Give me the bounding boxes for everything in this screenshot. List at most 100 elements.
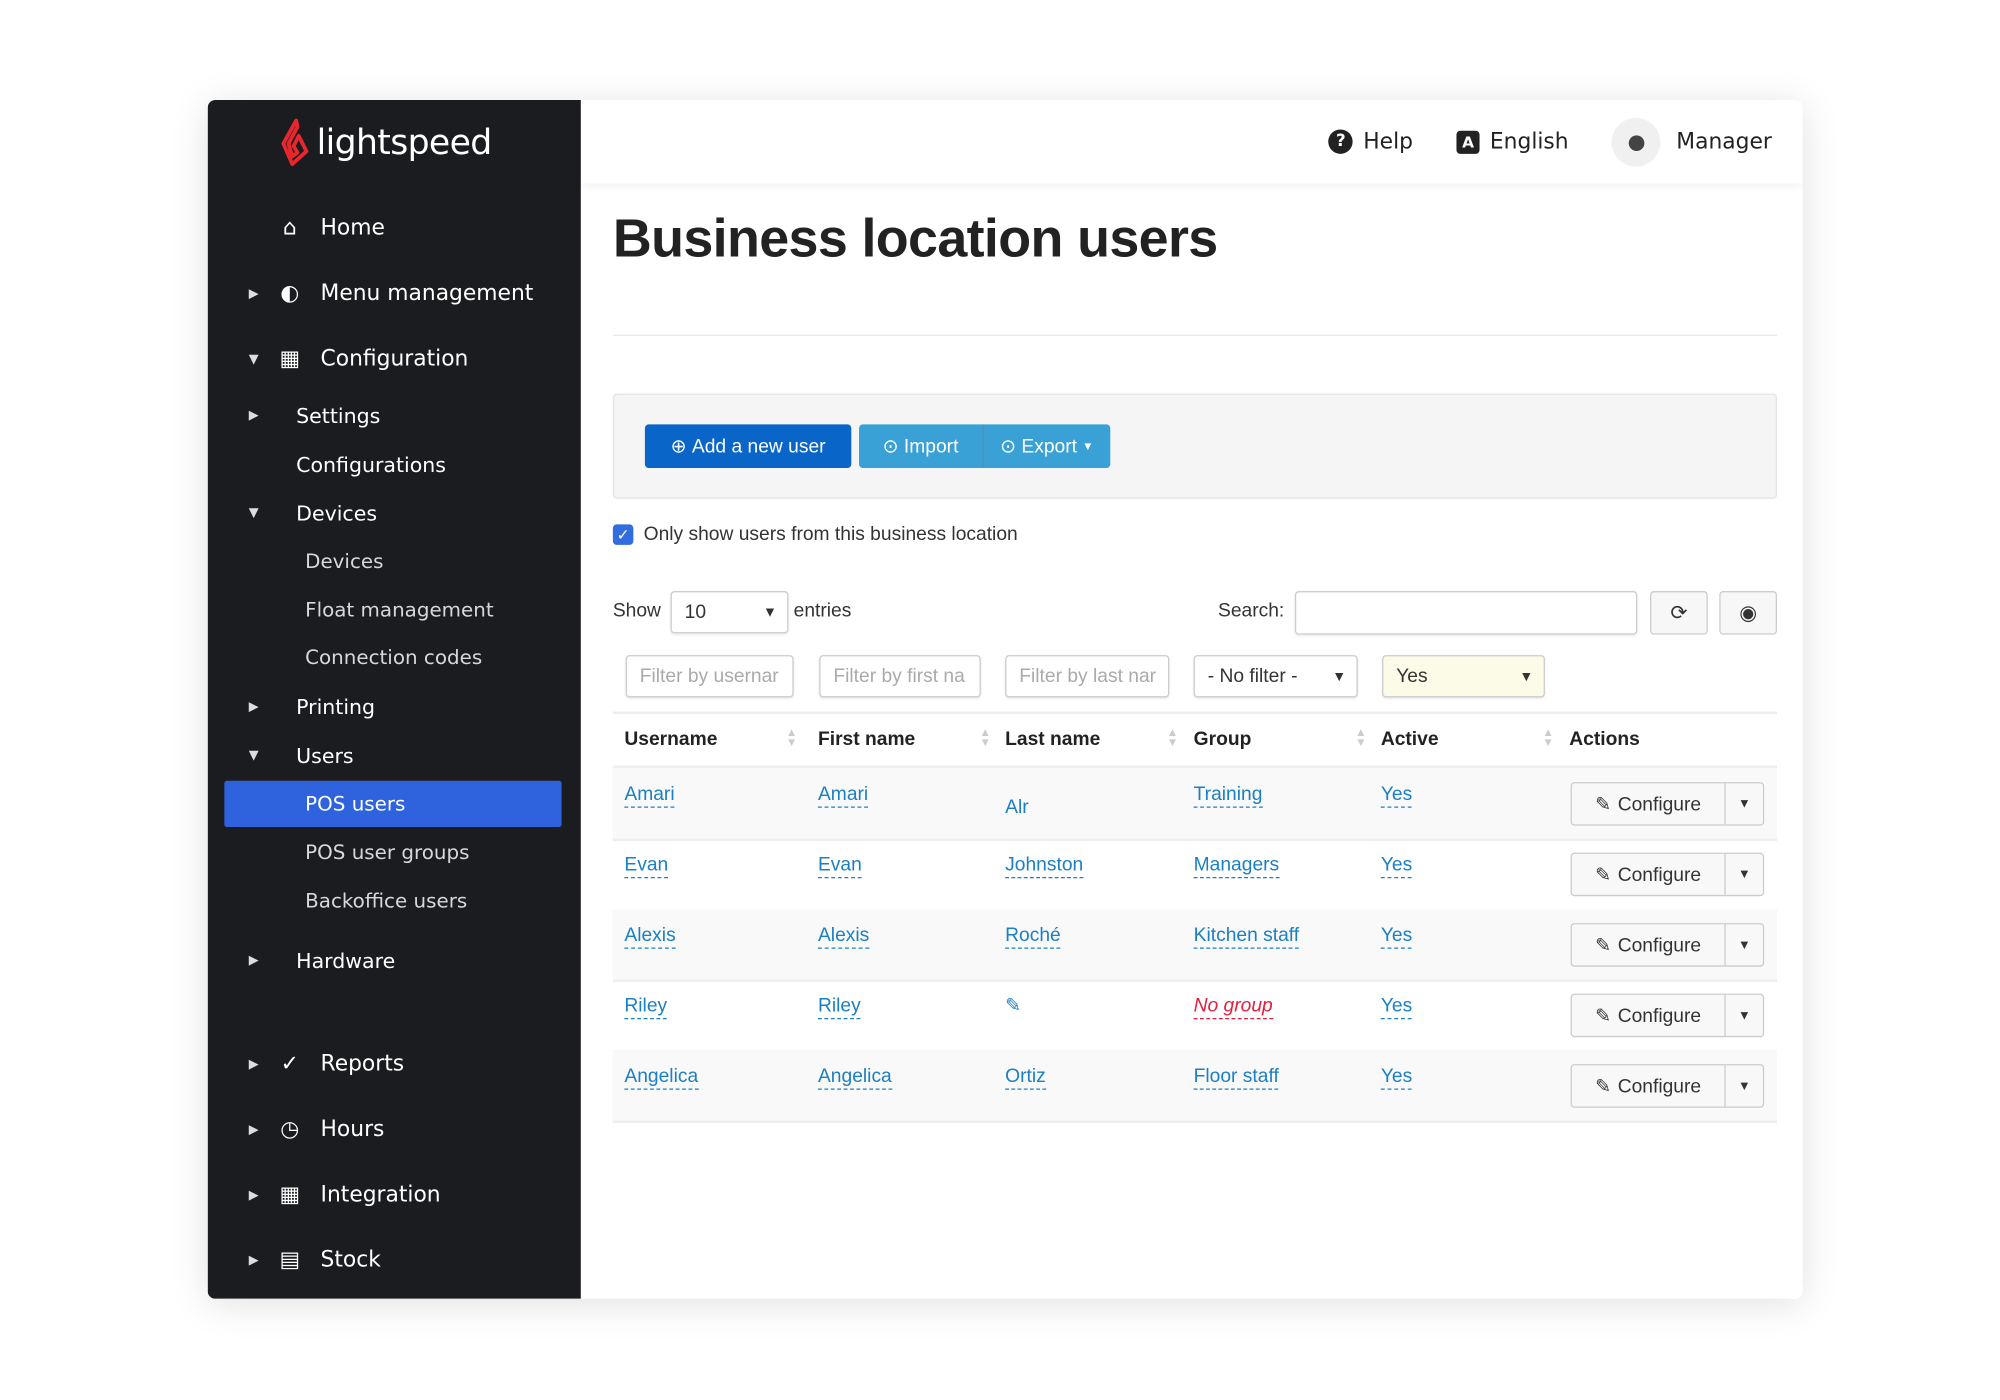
sidebar-item-label: Backoffice users [305, 889, 468, 913]
configure-dropdown-caret[interactable]: ▼ [1726, 995, 1763, 1036]
cell-first[interactable]: Angelica [817, 1065, 892, 1090]
cell-last[interactable]: Roché [1005, 924, 1061, 949]
sidebar-item-hours[interactable]: ▶ ◷ Hours [208, 1106, 581, 1152]
sort-icon[interactable]: ▲ ▼ [1167, 726, 1178, 748]
cell-first[interactable]: Evan [817, 854, 862, 879]
sidebar-item-devices[interactable]: Devices [208, 538, 581, 584]
cell-username[interactable]: Alexis [624, 924, 676, 949]
menu-icon: ◐ [280, 280, 300, 307]
cell-first[interactable]: Riley [817, 995, 861, 1020]
filter-username-input[interactable]: Filter by usernar [625, 655, 794, 698]
cell-group[interactable]: Kitchen staff [1193, 924, 1300, 949]
settings-button[interactable]: ◉ [1719, 591, 1777, 635]
cell-last[interactable]: Alr [1005, 796, 1029, 819]
sidebar-item-integration[interactable]: ▶ ▦ Integration [208, 1172, 581, 1218]
sidebar-item-backoffice-users[interactable]: Backoffice users [208, 878, 581, 924]
sidebar-item-label: Float management [305, 598, 494, 622]
column-header[interactable]: Username [624, 728, 717, 750]
caret-down-icon[interactable]: ▼ [249, 352, 259, 366]
caret-right-icon[interactable]: ▶ [249, 953, 259, 967]
cell-last[interactable]: Johnston [1005, 854, 1084, 879]
sidebar-item-users[interactable]: ▼ Users [208, 732, 581, 778]
configure-dropdown-caret[interactable]: ▼ [1726, 783, 1763, 824]
cell-username[interactable]: Evan [624, 854, 669, 879]
cell-group[interactable]: No group [1193, 995, 1273, 1020]
export-button[interactable]: ⊙ Export ▼ [982, 424, 1111, 468]
sidebar-item-label: Devices [296, 500, 378, 526]
sidebar-item-settings[interactable]: ▶ Settings [208, 392, 581, 438]
search-input[interactable] [1294, 591, 1638, 635]
caret-right-icon[interactable]: ▶ [249, 1253, 259, 1267]
cell-first[interactable]: Alexis [817, 924, 870, 949]
configure-button[interactable]: ✎ Configure [1572, 1065, 1726, 1107]
sort-icon[interactable]: ▲ ▼ [786, 726, 797, 748]
sidebar-item-configurations[interactable]: Configurations [208, 441, 581, 487]
cell-active[interactable]: Yes [1380, 783, 1413, 808]
caret-right-icon[interactable]: ▶ [249, 408, 259, 422]
cell-active[interactable]: Yes [1380, 1065, 1413, 1090]
column-header[interactable]: Last name [1005, 728, 1100, 750]
cell-last[interactable]: Ortiz [1005, 1065, 1046, 1090]
search-label: Search: [1217, 600, 1285, 622]
caret-down-icon[interactable]: ▼ [249, 748, 259, 762]
sidebar-item-connection-codes[interactable]: Connection codes [208, 635, 581, 681]
sidebar-item-configuration[interactable]: ▼ ▦ Configuration [208, 336, 581, 382]
add-user-button[interactable]: ⊕ Add a new user [644, 424, 852, 468]
cell-group[interactable]: Managers [1193, 854, 1280, 879]
column-header[interactable]: Group [1194, 728, 1252, 750]
column-header[interactable]: First name [818, 728, 915, 750]
sidebar-item-printing[interactable]: ▶ Printing [208, 683, 581, 729]
cell-active[interactable]: Yes [1380, 854, 1413, 879]
column-header[interactable]: Active [1381, 728, 1439, 750]
cell-first[interactable]: Amari [817, 783, 869, 808]
filter-active-select[interactable]: Yes ▼ [1382, 655, 1545, 698]
location-filter-checkbox[interactable]: ✓ Only show users from this business loca… [612, 523, 1018, 545]
cell-username[interactable]: Amari [624, 783, 675, 808]
sidebar-item-reports[interactable]: ▶ ✓ Reports [208, 1041, 581, 1087]
sidebar-item-label: POS user groups [305, 841, 470, 865]
edit-pencil-icon[interactable]: ✎ [1005, 995, 1021, 1018]
cell-username[interactable]: Angelica [624, 1065, 699, 1090]
sidebar-item-stock[interactable]: ▶ ▤ Stock [208, 1237, 581, 1283]
sidebar-item-pos-user-groups[interactable]: POS user groups [208, 830, 581, 876]
sort-icon[interactable]: ▲ ▼ [1355, 726, 1366, 748]
caret-right-icon[interactable]: ▶ [249, 1057, 259, 1071]
cell-group[interactable]: Training [1193, 783, 1263, 808]
import-button[interactable]: ⊙ Import [859, 424, 983, 468]
entries-select[interactable]: 10 ▼ [670, 591, 789, 634]
sidebar-item-pos-users[interactable]: POS users [224, 780, 562, 827]
configure-button[interactable]: ✎ Configure [1572, 783, 1726, 825]
sidebar-item-float-management[interactable]: Float management [208, 587, 581, 633]
configure-button[interactable]: ✎ Configure [1572, 994, 1726, 1036]
filter-first-name-input[interactable]: Filter by first na [819, 655, 981, 698]
configure-dropdown-caret[interactable]: ▼ [1726, 1065, 1763, 1106]
caret-right-icon[interactable]: ▶ [249, 699, 259, 713]
caret-down-icon[interactable]: ▼ [249, 506, 259, 520]
checkbox-checked-icon[interactable]: ✓ [612, 523, 634, 545]
configure-dropdown-caret[interactable]: ▼ [1726, 854, 1763, 895]
filter-group-select[interactable]: - No filter - ▼ [1193, 655, 1358, 698]
filter-last-name-input[interactable]: Filter by last nar [1005, 655, 1170, 698]
export-label: Export [1021, 435, 1077, 458]
table-row: Amari Amari Alr Training Yes ✎ Configure ▼ [612, 767, 1777, 839]
cell-active[interactable]: Yes [1380, 995, 1413, 1020]
sort-icon[interactable]: ▲ ▼ [980, 726, 991, 748]
configure-dropdown-caret[interactable]: ▼ [1726, 924, 1763, 965]
caret-right-icon[interactable]: ▶ [249, 1122, 259, 1136]
configure-button[interactable]: ✎ Configure [1572, 853, 1726, 895]
cell-username[interactable]: Riley [624, 995, 668, 1020]
brand-name: lightspeed [316, 122, 493, 163]
sidebar-item-menu-management[interactable]: ▶ ◐ Menu management [208, 271, 581, 317]
refresh-button[interactable]: ⟳ [1650, 591, 1708, 635]
configure-button[interactable]: ✎ Configure [1572, 924, 1726, 966]
caret-right-icon[interactable]: ▶ [249, 1188, 259, 1202]
cell-group[interactable]: Floor staff [1193, 1065, 1279, 1090]
sort-icon[interactable]: ▲ ▼ [1542, 726, 1553, 748]
caret-down-icon: ▼ [1082, 439, 1094, 453]
sidebar-item-hardware[interactable]: ▶ Hardware [208, 937, 581, 983]
caret-right-icon[interactable]: ▶ [249, 287, 259, 301]
logo: lightspeed [278, 118, 493, 167]
cell-active[interactable]: Yes [1380, 924, 1413, 949]
sidebar-item-home[interactable]: ⌂ Home [208, 205, 581, 251]
sidebar-item-devices[interactable]: ▼ Devices [208, 490, 581, 536]
